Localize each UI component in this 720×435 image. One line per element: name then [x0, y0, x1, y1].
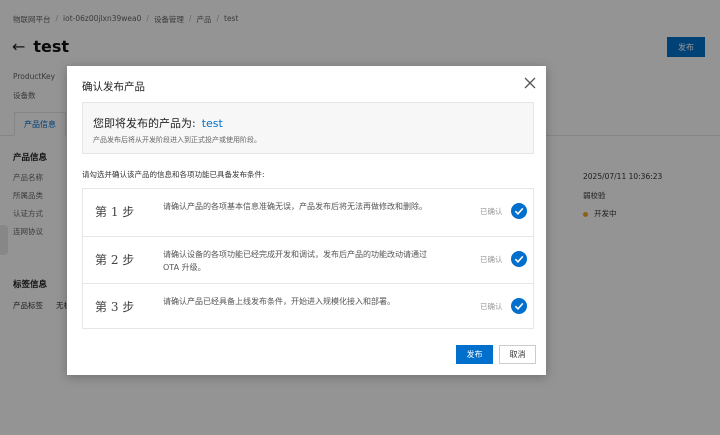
- step-item[interactable]: 第 1 步 请确认产品的各项基本信息准确无误，产品发布后将无法再做修改和删除。 …: [83, 189, 533, 236]
- check-circle-icon[interactable]: [511, 298, 527, 314]
- instruction-text: 请勾选并确认该产品的信息和各项功能已具备发布条件:: [82, 170, 265, 179]
- step-label: 第 3 步: [95, 300, 135, 314]
- step-item[interactable]: 第 2 步 请确认设备的各项功能已经完成开发和调试，发布后产品的功能改动请通过 …: [83, 236, 533, 283]
- dialog-title: 确认发布产品: [82, 81, 145, 93]
- close-icon[interactable]: [523, 76, 537, 90]
- step-status: 已确认: [480, 255, 503, 264]
- step-description: 请确认产品已经具备上线发布条件，开始进入规模化接入和部署。: [163, 297, 395, 306]
- step-status: 已确认: [480, 302, 503, 311]
- product-name: test: [201, 117, 223, 130]
- step-status: 已确认: [480, 207, 503, 216]
- step-description: 请确认设备的各项功能已经完成开发和调试，发布后产品的功能改动请通过 OTA 升级…: [163, 250, 427, 272]
- check-circle-icon[interactable]: [511, 203, 527, 219]
- summary-panel: 您即将发布的产品为: test 产品发布后将从开发阶段进入到正式投产或使用阶段。: [82, 102, 534, 154]
- step-list: 第 1 步 请确认产品的各项基本信息准确无误，产品发布后将无法再做修改和删除。 …: [82, 188, 534, 329]
- publish-button[interactable]: 发布: [456, 345, 493, 364]
- step-item[interactable]: 第 3 步 请确认产品已经具备上线发布条件，开始进入规模化接入和部署。 已确认: [83, 283, 533, 330]
- step-description: 请确认产品的各项基本信息准确无误，产品发布后将无法再做修改和删除。: [163, 202, 427, 211]
- step-label: 第 1 步: [95, 205, 135, 219]
- summary-note: 产品发布后将从开发阶段进入到正式投产或使用阶段。: [93, 136, 261, 144]
- cancel-button[interactable]: 取消: [499, 345, 536, 364]
- check-circle-icon[interactable]: [511, 251, 527, 267]
- summary-heading: 您即将发布的产品为: test: [93, 115, 223, 131]
- summary-prefix: 您即将发布的产品为:: [93, 117, 196, 130]
- step-label: 第 2 步: [95, 253, 135, 267]
- publish-confirm-dialog: 确认发布产品 您即将发布的产品为: test 产品发布后将从开发阶段进入到正式投产…: [67, 66, 546, 375]
